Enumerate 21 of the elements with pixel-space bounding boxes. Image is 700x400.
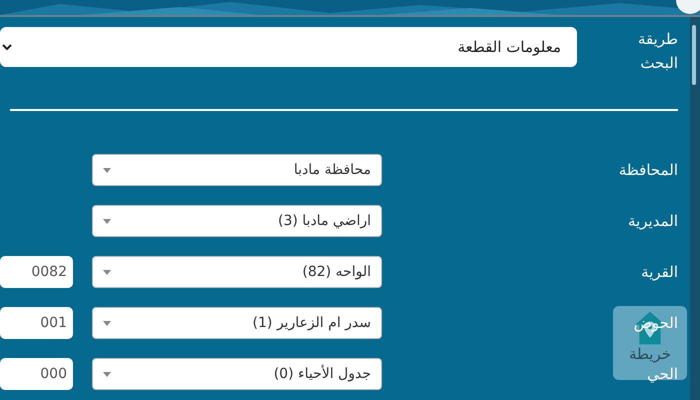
search-method-select[interactable]: معلومات القطعة	[0, 27, 577, 67]
field-label: المديرية	[628, 212, 678, 230]
field-label: الحوض	[634, 314, 678, 332]
dropdown-arrow-icon	[103, 320, 111, 326]
dropdown[interactable]: جدول الأحياء (0)	[92, 358, 382, 390]
dropdown[interactable]: الواحه (82)	[92, 256, 382, 288]
code-field[interactable]: 0082	[0, 256, 73, 288]
dropdown-arrow-icon	[103, 218, 111, 224]
dropdown[interactable]: اراضي مادبا (3)	[92, 205, 382, 237]
field-label: الحي	[647, 365, 678, 383]
dropdown[interactable]: سدر ام الزعارير (1)	[92, 307, 382, 339]
field-label: القرية	[641, 263, 678, 281]
dropdown-arrow-icon	[103, 372, 111, 376]
dropdown-arrow-icon	[103, 168, 111, 172]
scrollbar[interactable]	[690, 17, 700, 400]
dropdown-arrow-icon	[103, 270, 111, 274]
dropdown[interactable]: محافظة مادبا	[92, 154, 382, 186]
code-field[interactable]: 000	[0, 358, 73, 390]
field-label: طريقة البحث	[636, 29, 678, 74]
code-field[interactable]: 001	[0, 307, 73, 339]
field-label: المحافظة	[618, 161, 678, 179]
